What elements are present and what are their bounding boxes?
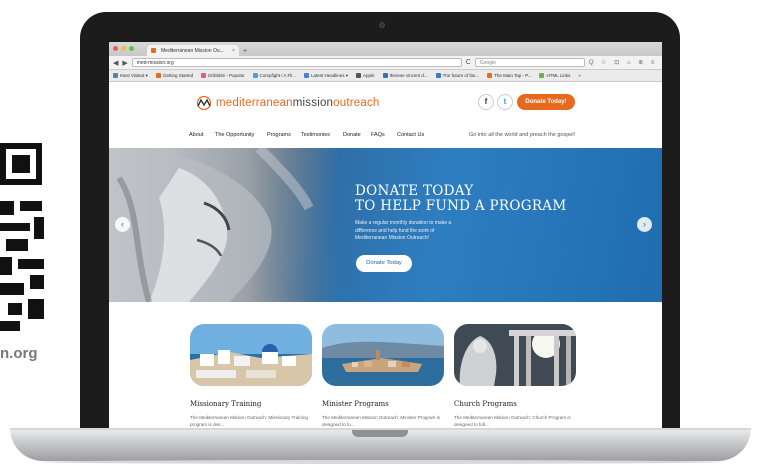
nav-testimonies[interactable]: Testimonies	[301, 132, 330, 138]
bookmark-label: HTML Links	[546, 72, 571, 78]
card-text: The Mediterranean Mission Outreach: Miss…	[190, 415, 308, 427]
bookmark-label: The future of fas...	[442, 72, 480, 78]
window-controls	[113, 46, 134, 51]
product-mockup: n.org Mediterranean Mission Ou... × + ◀ …	[0, 0, 761, 466]
nav-programs[interactable]: Programs	[267, 132, 291, 138]
back-button[interactable]: ◀	[113, 59, 118, 67]
hero-title-line2: TO HELP FUND A PROGRAM	[355, 198, 567, 214]
address-bar[interactable]: med-mission.org	[131, 58, 462, 67]
bookmark-label: Latest Headlines ▾	[311, 72, 349, 78]
hero-subtitle: Make a regular monthly donation to make …	[355, 220, 452, 241]
card-title: Missionary Training	[190, 400, 262, 408]
bookmark-icon	[435, 73, 441, 79]
bookmark-icon	[155, 73, 161, 79]
bookmark-icon	[304, 72, 310, 78]
bookmark-icon	[113, 72, 118, 78]
hero-slider: DONATE TODAY TO HELP FUND A PROGRAM Make…	[109, 148, 662, 302]
laptop-screen: Mediterranean Mission Ou... × + ◀ ▶ med-…	[109, 42, 662, 432]
favicon-icon	[151, 48, 156, 53]
slider-prev-icon[interactable]: ‹	[115, 217, 130, 232]
bookmark-label: »	[578, 73, 581, 78]
tab-close-icon[interactable]: ×	[232, 48, 235, 54]
bookmark-icon	[539, 73, 545, 79]
coastal-town-image	[322, 324, 444, 386]
bookmark-item[interactable]: HTML Links	[539, 72, 571, 79]
facebook-icon[interactable]: f	[478, 94, 494, 110]
bookmark-icon	[356, 73, 362, 79]
bookmarks-bar: Most Visited ▾ Getting Started Dribbble - …	[109, 70, 662, 82]
bookmark-item[interactable]: »	[578, 73, 581, 78]
twitter-icon[interactable]: t	[497, 94, 513, 110]
bookmark-label: Getting Started	[162, 72, 194, 78]
nav-about[interactable]: About	[189, 132, 203, 138]
bookmark-label: Dribbble - Popular	[208, 72, 245, 78]
bookmark-label: The Main Tap - P...	[494, 72, 532, 78]
new-tab-button[interactable]: +	[243, 48, 247, 55]
bookmark-label: Most Visited ▾	[120, 72, 148, 78]
bookmark-icon	[201, 73, 207, 79]
bookmark-item[interactable]: The Main Tap - P...	[487, 72, 532, 79]
minimize-window-icon[interactable]	[121, 46, 126, 51]
hero-title-line1: DONATE TODAY	[355, 183, 474, 199]
card-title: Minister Programs	[322, 400, 389, 408]
bookmark-item[interactable]: Latest Headlines ▾	[304, 73, 348, 79]
nav-faqs[interactable]: FAQs	[371, 132, 385, 138]
close-window-icon[interactable]	[113, 46, 118, 51]
nav-opportunity[interactable]: The Opportunity	[215, 132, 254, 138]
qr-caption: n.org	[0, 345, 38, 362]
bookmark-label: therese vincent d...	[389, 72, 428, 78]
logo-text-1: mediterranean	[216, 97, 293, 109]
tab-title: Mediterranean Mission Ou...	[161, 47, 224, 54]
bookmark-label: Compfight / A Fli...	[259, 72, 297, 78]
nav-contact[interactable]: Contact Us	[397, 132, 424, 138]
hero-statue-image	[109, 148, 339, 302]
bookmark-icon	[382, 73, 388, 79]
card-text: The Mediterranean Mission Outreach: Mini…	[322, 415, 440, 427]
bookmark-item[interactable]: Apple	[356, 72, 375, 79]
card-church-programs[interactable]: Church Programs The Mediterranean Missio…	[454, 324, 576, 428]
card-missionary-training[interactable]: Missionary Training The Mediterranean Mi…	[190, 324, 312, 428]
donate-today-button[interactable]: Donate Today!	[517, 94, 575, 110]
temple-statue-image	[454, 324, 576, 386]
card-minister-programs[interactable]: Minister Programs The Mediterranean Miss…	[322, 324, 444, 428]
reload-button[interactable]: C	[466, 59, 471, 66]
bookmark-item[interactable]: Compfight / A Fli...	[252, 72, 297, 79]
search-input[interactable]: Google	[474, 58, 585, 67]
bookmark-label: Apple	[363, 72, 375, 78]
bookmark-icon	[487, 73, 493, 79]
program-cards: Missionary Training The Mediterranean Mi…	[109, 302, 662, 432]
card-text: The Mediterranean Mission Outreach: Chur…	[454, 415, 571, 427]
laptop-notch	[352, 430, 408, 437]
toolbar-icons[interactable]: Q ☆ ⊡ ⌂ ⊕ ≡	[589, 59, 658, 66]
bookmark-item[interactable]: therese vincent d...	[382, 72, 428, 79]
hero-title: DONATE TODAY TO HELP FUND A PROGRAM	[355, 184, 566, 214]
browser-tab[interactable]: Mediterranean Mission Ou... ×	[147, 45, 239, 56]
bookmark-item[interactable]: Getting Started	[155, 72, 194, 79]
logo-mark-icon	[196, 96, 212, 110]
logo-text-2: mission	[292, 97, 334, 109]
bookmark-item[interactable]: Most Visited ▾	[113, 73, 148, 79]
hero-donate-button[interactable]: Donate Today	[356, 255, 412, 272]
logo-text-3: outreach	[333, 97, 380, 109]
browser-toolbar: ◀ ▶ med-mission.org C Google Q ☆ ⊡ ⌂ ⊕ ≡	[109, 56, 662, 70]
bookmark-item[interactable]: The future of fas...	[435, 72, 480, 79]
browser-tab-bar: Mediterranean Mission Ou... × +	[109, 42, 662, 56]
santorini-image	[190, 324, 312, 386]
nav-donate[interactable]: Donate	[343, 132, 361, 138]
slider-next-icon[interactable]: ›	[637, 217, 652, 232]
camera-icon	[379, 22, 385, 28]
card-title: Church Programs	[454, 400, 517, 408]
site-nav: About The Opportunity Programs Testimoni…	[109, 126, 662, 144]
site-tagline: Go into all the world and preach the gos…	[469, 132, 576, 138]
forward-button[interactable]: ▶	[122, 59, 127, 67]
site-logo[interactable]: mediterraneanmissionoutreach	[195, 96, 380, 110]
bookmark-icon	[252, 73, 258, 79]
laptop-shadow	[40, 460, 721, 464]
qr-code	[0, 143, 44, 331]
bookmark-item[interactable]: Dribbble - Popular	[201, 72, 245, 79]
zoom-window-icon[interactable]	[129, 46, 134, 51]
